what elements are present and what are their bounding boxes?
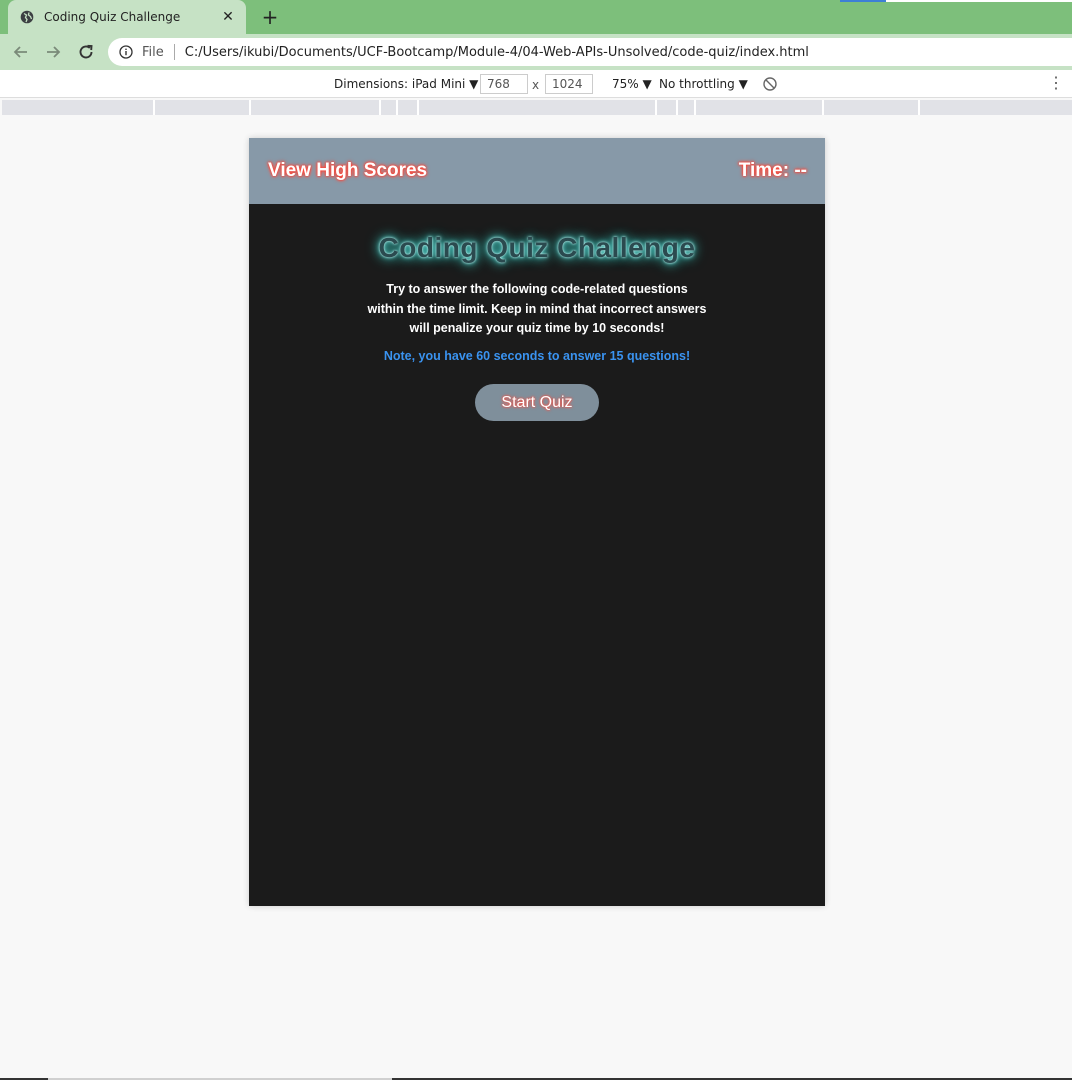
page-header: View High Scores Time: -- (249, 138, 825, 204)
media-query-marker (417, 100, 419, 115)
tab-strip: Coding Quiz Challenge ✕ + (0, 0, 1072, 34)
width-input[interactable]: 768 (480, 74, 528, 94)
info-icon[interactable] (118, 44, 134, 60)
media-query-marker (249, 100, 251, 115)
dimensions-dropdown[interactable]: Dimensions: iPad Mini ▼ (334, 77, 478, 91)
more-vert-icon[interactable]: ⋮ (1048, 76, 1064, 92)
close-icon[interactable]: ✕ (220, 9, 236, 25)
forward-arrow-icon[interactable] (41, 40, 65, 64)
page-title: Coding Quiz Challenge (378, 232, 696, 263)
scheme-label: File (142, 44, 164, 60)
quiz-intro: Coding Quiz Challenge Try to answer the … (249, 204, 825, 421)
reload-icon[interactable] (74, 40, 98, 64)
quiz-note: Note, you have 60 seconds to answer 15 q… (383, 348, 691, 363)
timer: Time: -- (738, 160, 807, 181)
address-bar[interactable]: File C:/Users/ikubi/Documents/UCF-Bootca… (108, 38, 1072, 66)
device-toolbar: Dimensions: iPad Mini ▼ 768 x 1024 75% ▼… (0, 70, 1072, 98)
media-query-marker (918, 100, 920, 115)
address-separator (173, 44, 175, 60)
media-query-marker (153, 100, 155, 115)
plus-icon[interactable]: + (258, 5, 282, 29)
quiz-description: Try to answer the following code-related… (367, 282, 707, 335)
back-arrow-icon[interactable] (9, 40, 33, 64)
start-quiz-button[interactable]: Start Quiz (475, 383, 599, 421)
tab-title: Coding Quiz Challenge (44, 10, 181, 24)
globe-icon (20, 10, 34, 24)
emulated-page: View High Scores Time: -- Coding Quiz Ch… (249, 138, 825, 906)
window-accent (840, 0, 886, 2)
rotate-disabled-icon[interactable] (762, 76, 778, 92)
browser-toolbar: File C:/Users/ikubi/Documents/UCF-Bootca… (0, 34, 1072, 70)
media-query-marker (694, 100, 696, 115)
media-query-marker (379, 100, 381, 115)
throttling-dropdown[interactable]: No throttling ▼ (659, 77, 748, 91)
url-text[interactable]: C:/Users/ikubi/Documents/UCF-Bootcamp/Mo… (185, 45, 809, 60)
media-query-marker (396, 100, 398, 115)
view-high-scores-link[interactable]: View High Scores (268, 160, 427, 182)
zoom-dropdown[interactable]: 75% ▼ (612, 77, 652, 91)
media-query-bar[interactable] (2, 100, 1072, 115)
media-query-marker (655, 100, 657, 115)
window-accent-light (886, 0, 1072, 2)
media-query-marker (676, 100, 678, 115)
height-input[interactable]: 1024 (545, 74, 593, 94)
browser-tab[interactable]: Coding Quiz Challenge ✕ (8, 0, 246, 34)
times-sign: x (532, 78, 540, 92)
media-query-marker (822, 100, 824, 115)
